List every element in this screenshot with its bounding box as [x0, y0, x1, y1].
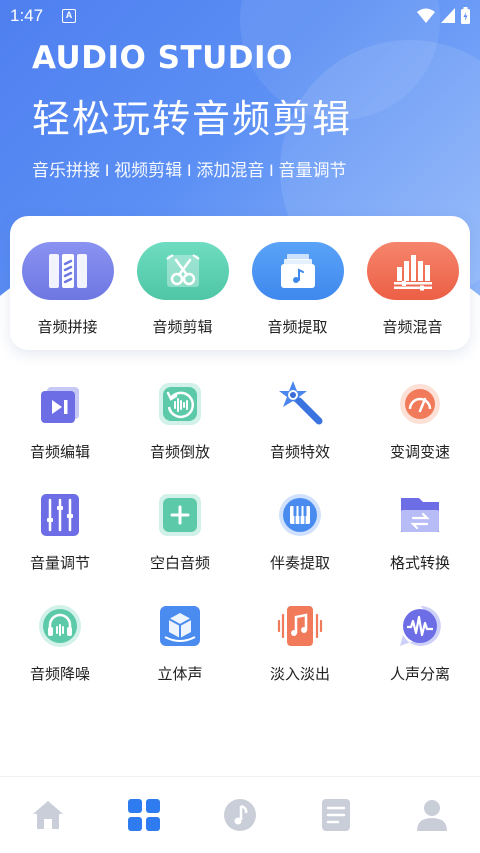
tool-label: 淡入淡出	[269, 666, 330, 683]
headline: 轻松玩转音频剪辑	[32, 99, 353, 141]
tool-label: 音频降噪	[29, 666, 90, 683]
tool-audio-effects[interactable]: 音频特效	[250, 378, 350, 489]
profile-tab[interactable]	[402, 785, 462, 845]
feature-label: 音频剪辑	[152, 319, 213, 336]
headphones-icon	[39, 605, 81, 647]
tool-stereo[interactable]: 立体声	[130, 600, 230, 711]
tool-label: 人声分离	[389, 666, 450, 683]
tool-audio-edit[interactable]: 音频编辑	[10, 378, 110, 489]
feature-label: 音频混音	[382, 319, 443, 336]
tools-grid: 音频编辑 音频倒放 音频特效 变调变速 音量调节 空白音频 伴奏提取 格式转换 …	[0, 378, 480, 711]
audio-merge-icon	[48, 254, 87, 288]
notification-icon: A	[62, 9, 76, 23]
feature-audio-merge[interactable]: 音频拼接	[21, 242, 114, 350]
signal-icon	[441, 7, 455, 23]
fade-music-icon	[277, 606, 323, 646]
document-tab[interactable]	[306, 785, 366, 845]
audio-reverse-icon	[159, 383, 201, 425]
tool-blank-audio[interactable]: 空白音频	[130, 489, 230, 600]
tool-pitch-speed[interactable]: 变调变速	[370, 378, 470, 489]
volume-sliders-icon	[41, 494, 79, 536]
tool-label: 音频倒放	[149, 444, 210, 461]
feature-card: 音频拼接 音频剪辑 音频提取 音频混音	[10, 216, 470, 350]
tool-volume[interactable]: 音量调节	[10, 489, 110, 600]
home-icon	[33, 801, 63, 829]
tool-label: 音频编辑	[29, 444, 90, 461]
feature-audio-extract[interactable]: 音频提取	[251, 242, 344, 350]
tool-vocal-separation[interactable]: 人声分离	[370, 600, 470, 711]
feature-audio-cut[interactable]: 音频剪辑	[136, 242, 229, 350]
home-tab[interactable]	[18, 785, 78, 845]
tool-label: 格式转换	[389, 555, 450, 572]
tool-accompaniment[interactable]: 伴奏提取	[250, 489, 350, 600]
tool-fade[interactable]: 淡入淡出	[250, 600, 350, 711]
tool-format-convert[interactable]: 格式转换	[370, 489, 470, 600]
audio-cut-icon	[165, 254, 200, 287]
add-blank-icon	[159, 494, 201, 536]
pitch-speed-icon	[400, 384, 440, 424]
document-icon	[322, 799, 350, 831]
tool-label: 空白音频	[149, 555, 210, 572]
tool-label: 伴奏提取	[269, 555, 330, 572]
battery-icon	[461, 7, 470, 24]
format-convert-icon	[401, 498, 439, 532]
apps-tab[interactable]	[114, 785, 174, 845]
magic-wand-icon	[279, 381, 323, 425]
status-time: 1:47	[10, 6, 44, 25]
tagline: 音乐拼接 I 视频剪辑 I 添加混音 I 音量调节	[32, 161, 347, 180]
brand-title: AUDIO STUDIO	[32, 40, 293, 76]
audio-edit-icon	[41, 387, 79, 423]
wifi-icon	[417, 8, 435, 23]
music-tab[interactable]	[210, 785, 270, 845]
tool-label: 音频特效	[269, 444, 330, 461]
piano-icon	[279, 494, 321, 536]
audio-extract-icon	[280, 254, 315, 288]
audio-mix-icon	[393, 255, 432, 291]
vocal-separation-icon	[400, 605, 441, 646]
tool-noise-reduction[interactable]: 音频降噪	[10, 600, 110, 711]
grid-icon	[128, 799, 160, 831]
user-icon	[417, 800, 447, 831]
feature-audio-mix[interactable]: 音频混音	[366, 242, 459, 350]
stereo-cube-icon	[160, 606, 200, 646]
tool-label: 音量调节	[29, 555, 90, 572]
status-bar: 1:47 A	[0, 0, 480, 34]
feature-label: 音频提取	[267, 319, 328, 336]
bottom-tab-bar	[0, 776, 480, 853]
tool-label: 变调变速	[389, 444, 450, 461]
music-note-icon	[224, 799, 256, 831]
tool-audio-reverse[interactable]: 音频倒放	[130, 378, 230, 489]
feature-label: 音频拼接	[37, 319, 98, 336]
tool-label: 立体声	[157, 666, 203, 683]
